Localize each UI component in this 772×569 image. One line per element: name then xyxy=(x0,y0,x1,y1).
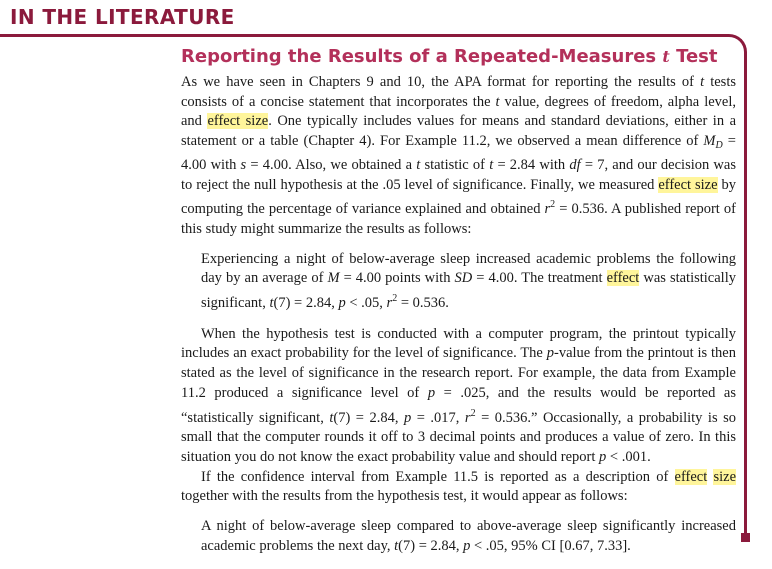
section-label: IN THE LITERATURE xyxy=(10,5,235,29)
box-title-end: Test xyxy=(669,46,718,67)
box-title-text: Reporting the Results of a Repeated-Meas… xyxy=(181,46,663,67)
var-m: M xyxy=(703,133,716,150)
highlight-effect: effect xyxy=(674,468,708,485)
text: = 4.00. The treatment xyxy=(472,270,607,287)
var-df: df xyxy=(569,156,581,173)
highlight-effect-size: effect size xyxy=(207,113,269,130)
paragraph-computer-program: When the hypothesis test is conducted wi… xyxy=(181,325,736,468)
end-of-box-marker xyxy=(741,533,750,542)
var-p: p xyxy=(546,345,554,362)
text: = .017, xyxy=(411,409,465,426)
text: together with the results from the hypot… xyxy=(181,488,628,505)
text: = 0.536. xyxy=(397,295,449,312)
text: (7) = 2.84, xyxy=(273,295,339,312)
box-title-t: t xyxy=(662,47,670,66)
subscript-d: D xyxy=(715,140,723,152)
var-p: p xyxy=(427,384,436,401)
text: = 4.00. Also, we obtained a xyxy=(246,156,417,173)
text: < .05, 95% CI [0.67, 7.33]. xyxy=(470,537,631,554)
paragraph-apa-format: As we have seen in Chapters 9 and 10, th… xyxy=(181,73,736,240)
box-title: Reporting the Results of a Repeated-Meas… xyxy=(181,46,717,67)
quote-ci-results: A night of below-average sleep compared … xyxy=(181,517,736,556)
text: = 2.84 with xyxy=(493,156,570,173)
highlight-effect: effect xyxy=(606,270,640,287)
quote-sleep-results: Experiencing a night of below-average sl… xyxy=(181,250,736,314)
text: < .001. xyxy=(606,448,651,465)
text: (7) = 2.84, xyxy=(333,409,404,426)
text: statistic of xyxy=(420,156,490,173)
text: As we have seen in Chapters 9 and 10, th… xyxy=(181,74,701,90)
highlight-size: size xyxy=(713,468,737,485)
highlight-effect-size: effect size xyxy=(658,176,718,193)
article-content: As we have seen in Chapters 9 and 10, th… xyxy=(181,73,737,556)
text: If the confidence interval from Example … xyxy=(201,468,675,485)
var-p: p xyxy=(338,295,346,312)
text: (7) = 2.84, xyxy=(398,537,464,554)
var-m: M xyxy=(327,270,340,287)
var-sd: SD xyxy=(454,270,473,287)
paragraph-confidence-interval: If the confidence interval from Example … xyxy=(181,468,737,507)
text: = 4.00 points with xyxy=(339,270,455,287)
text: < .05, xyxy=(345,295,387,312)
